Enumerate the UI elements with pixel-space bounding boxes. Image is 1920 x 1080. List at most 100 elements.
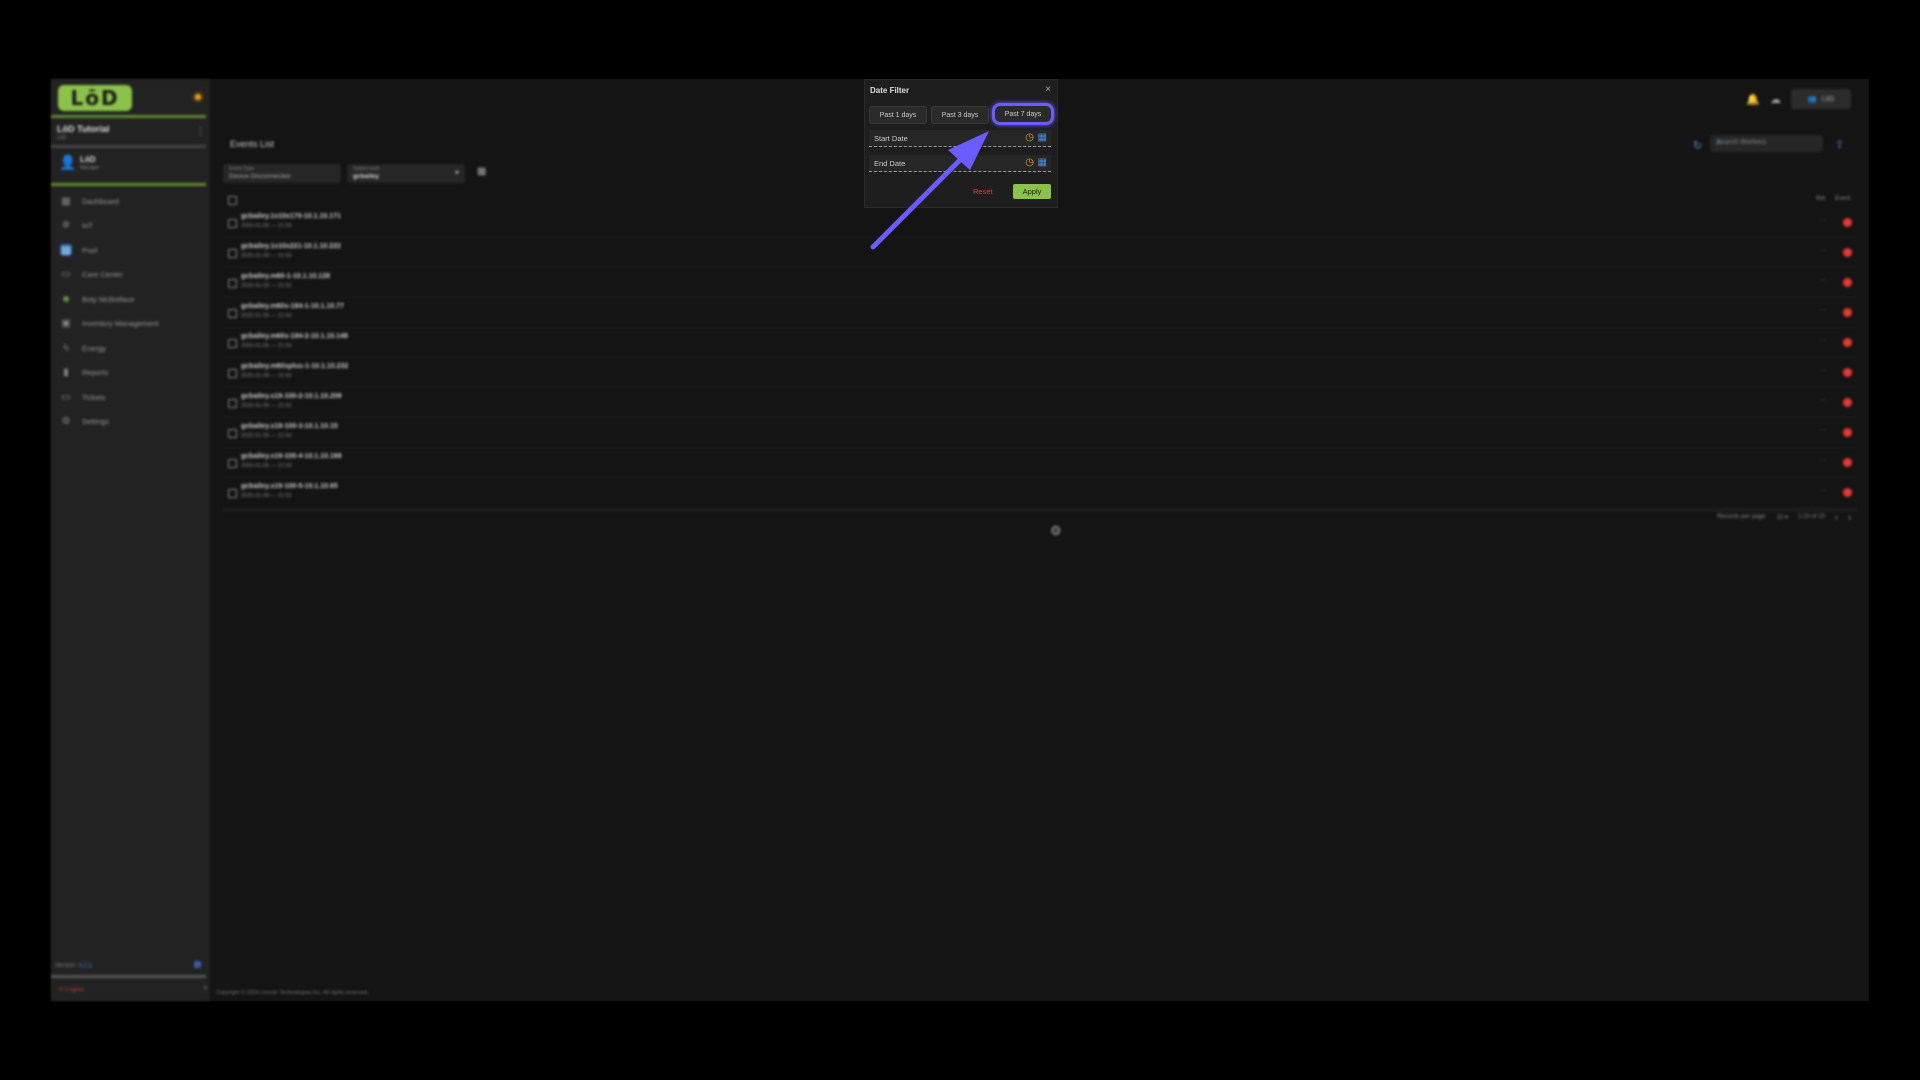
row-rel-value: ···: [1819, 217, 1826, 224]
page-range: 1-10 of 15: [1797, 514, 1825, 520]
records-per-page-select[interactable]: 10 ▾: [1777, 514, 1788, 521]
table-row[interactable]: gcbailey.1x10x221-10.1.10.222 2025-01-06 …: [223, 238, 1857, 268]
calendar-filter-icon[interactable]: ▦: [477, 166, 486, 177]
table-row[interactable]: gcbailey.m60splus-1-10.1.10.232 2025-01-0…: [223, 358, 1857, 388]
past-1-days-button[interactable]: Past 1 days: [869, 106, 927, 124]
row-checkbox[interactable]: [228, 219, 237, 228]
sidebar-item-reports[interactable]: ▮ Reports: [51, 361, 210, 386]
row-checkbox[interactable]: [228, 309, 237, 318]
sidebar-item-label: Pool: [82, 245, 98, 255]
error-status-icon: [1843, 398, 1852, 407]
start-date-field[interactable]: Start Date ◷ ▦: [869, 130, 1051, 147]
bell-icon[interactable]: 🔔: [1746, 93, 1760, 106]
error-status-icon: [1843, 278, 1852, 287]
sidebar-item-label: IoT: [82, 221, 93, 231]
subaccount-select[interactable]: Subaccount gcbailey ▾: [347, 164, 465, 183]
sidebar-item-tickets[interactable]: ▭ Tickets: [51, 385, 210, 410]
prev-page-icon[interactable]: ‹: [1835, 512, 1838, 522]
sidebar-item-dashboard[interactable]: ▦ Dashboard: [51, 189, 210, 214]
collapse-sidebar-icon[interactable]: ‹: [204, 982, 207, 992]
version-badge-icon[interactable]: [194, 961, 201, 968]
clock-icon[interactable]: ◷: [1025, 157, 1034, 168]
calendar-icon[interactable]: ▦: [1038, 157, 1047, 168]
event-type-select[interactable]: Event Type Device Disconnected: [223, 164, 341, 183]
row-rel-value: ···: [1819, 337, 1826, 344]
user-menu-button[interactable]: 👥 LōD: [1791, 89, 1851, 109]
energy-icon: ϟ: [63, 342, 69, 354]
close-icon[interactable]: ×: [1045, 84, 1051, 95]
org-menu-icon[interactable]: ⋮: [196, 126, 206, 137]
export-icon[interactable]: ⇪: [1835, 138, 1844, 151]
app-window: LōD LōD Tutorial LōD ⋮ 👤 LōD Manager ▦ Da…: [51, 79, 1869, 1001]
user-role: Manager: [80, 165, 100, 171]
sidebar-item-energy[interactable]: ϟ Energy: [51, 336, 210, 361]
end-date-field[interactable]: End Date ◷ ▦: [869, 155, 1051, 172]
sidebar-item-label: Inventory Management: [82, 319, 159, 329]
user-menu-label: LōD: [1821, 95, 1835, 103]
divider: [51, 115, 206, 118]
subaccount-value: gcbailey: [353, 173, 380, 180]
select-all-checkbox[interactable]: [228, 196, 237, 205]
error-status-icon: [1843, 308, 1852, 317]
table-row[interactable]: gcbailey.s19-100-5-10.1.10.65 2025-01-06 …: [223, 478, 1857, 508]
row-device-name: gcbailey.s19-100-5-10.1.10.65: [241, 483, 338, 490]
row-checkbox[interactable]: [228, 429, 237, 438]
power-icon: ⏻: [59, 987, 64, 993]
table-row[interactable]: gcbailey.s19-100-3-10.1.10.15 2025-01-06 …: [223, 418, 1857, 448]
app-logo[interactable]: LōD: [58, 85, 132, 111]
row-rel-value: ···: [1819, 277, 1826, 284]
refresh-icon[interactable]: ↻: [1693, 139, 1702, 152]
logout-button[interactable]: ⏻ Logout: [59, 987, 84, 994]
sidebar-item-boty-mcbotface[interactable]: ☻ Boty McBotface: [51, 287, 210, 312]
gear-icon[interactable]: ⚙: [1050, 523, 1062, 539]
past-7-days-button[interactable]: Past 7 days: [992, 103, 1054, 125]
next-page-icon[interactable]: ›: [1848, 512, 1851, 522]
start-date-label: Start Date: [874, 134, 908, 143]
sidebar-item-label: Care Center: [82, 270, 123, 280]
calendar-icon[interactable]: ▦: [1038, 132, 1047, 143]
row-checkbox[interactable]: [228, 249, 237, 258]
table-row[interactable]: gcbailey.1x10x170-10.1.10.171 2025-01-06 …: [223, 208, 1857, 238]
table-row[interactable]: gcbailey.s19-100-2-10.1.10.208 2025-01-06…: [223, 388, 1857, 418]
logout-label: Logout: [65, 987, 84, 993]
table-row[interactable]: gcbailey.m60s-184-1-10.1.10.77 2025-01-06…: [223, 298, 1857, 328]
status-dot-icon: [195, 94, 201, 100]
row-checkbox[interactable]: [228, 399, 237, 408]
clock-icon[interactable]: ◷: [1025, 132, 1034, 143]
apply-button[interactable]: Apply: [1013, 184, 1051, 199]
search-input[interactable]: Search Workers ⌕: [1710, 135, 1823, 152]
row-checkbox[interactable]: [228, 369, 237, 378]
event-type-label: Event Type: [229, 166, 254, 172]
row-device-name: gcbailey.m60s-184-1-10.1.10.77: [241, 303, 344, 310]
sidebar-item-label: Dashboard: [82, 196, 119, 206]
row-timestamp: 2025-01-06 — 21:53: [241, 223, 292, 229]
records-per-page-value: 10: [1776, 514, 1784, 521]
table-row[interactable]: gcbailey.m60-1-10.1.10.128 2025-01-06 — 2…: [223, 268, 1857, 298]
user-group-icon: 👥: [1807, 96, 1817, 103]
sidebar-item-iot[interactable]: ✲ IoT: [51, 214, 210, 239]
sidebar-item-label: Tickets: [82, 392, 106, 402]
past-3-days-button[interactable]: Past 3 days: [931, 106, 989, 124]
sidebar-item-pool[interactable]: ▤ Pool: [51, 238, 210, 263]
row-checkbox[interactable]: [228, 339, 237, 348]
org-subtitle: LōD: [57, 135, 67, 141]
table-row[interactable]: gcbailey.m60s-184-2-10.1.10.148 2025-01-0…: [223, 328, 1857, 358]
sidebar-item-inventory-management[interactable]: ▣ Inventory Management: [51, 312, 210, 337]
cloud-icon[interactable]: ☁: [1770, 93, 1781, 106]
bot-icon: ☻: [60, 293, 72, 305]
search-icon[interactable]: ⌕: [1716, 137, 1819, 148]
row-checkbox[interactable]: [228, 489, 237, 498]
reset-button[interactable]: Reset: [973, 187, 993, 196]
pool-icon: ▤: [60, 244, 72, 257]
records-per-page-label: Records per page:: [1717, 514, 1767, 520]
page-title: Events List: [230, 139, 275, 149]
table-row[interactable]: gcbailey.s19-100-4-10.1.10.168 2025-01-06…: [223, 448, 1857, 478]
iot-icon: ✲: [61, 220, 71, 232]
sidebar-item-settings[interactable]: ⚙ Settings: [51, 410, 210, 435]
row-checkbox[interactable]: [228, 459, 237, 468]
error-status-icon: [1843, 428, 1852, 437]
row-checkbox[interactable]: [228, 279, 237, 288]
date-filter-dialog: Date Filter × Past 1 days Past 3 days Pa…: [864, 79, 1058, 208]
version-number: 3.2.1: [78, 963, 92, 969]
sidebar-item-care-center[interactable]: ▭ Care Center: [51, 263, 210, 288]
